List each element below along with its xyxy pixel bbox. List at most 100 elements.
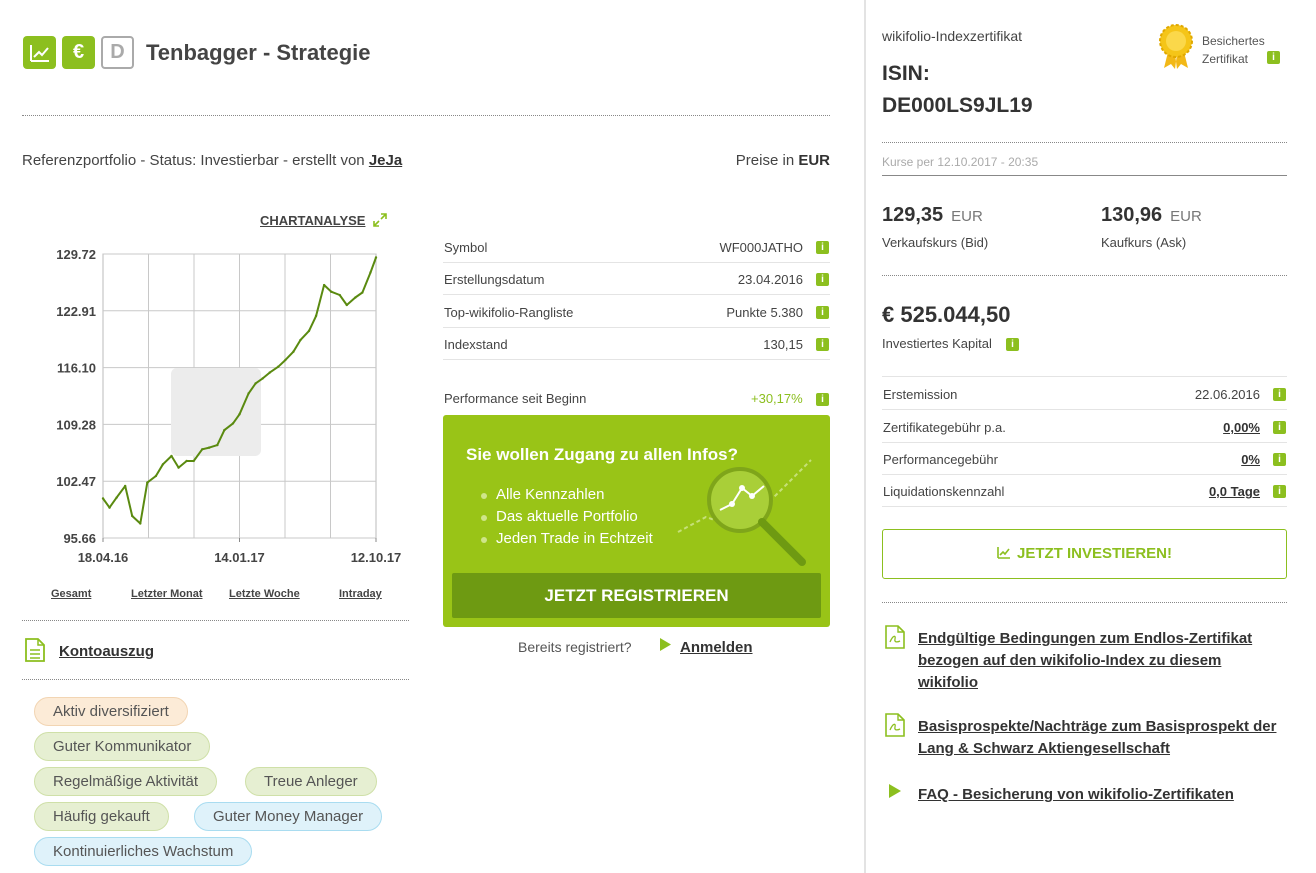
login-link[interactable]: Anmelden [680, 639, 753, 656]
info-icon[interactable]: i [1273, 485, 1286, 498]
isin: ISIN: DE000LS9JL19 [882, 58, 1033, 122]
row-liquidationskennzahl: Liquidationskennzahl 0,0 Tage i [882, 474, 1287, 507]
data-point [170, 454, 173, 458]
y-tick-label: 122.91 [56, 304, 96, 319]
doc-link-base-prospectus[interactable]: Basisprospekte/Nachträge zum Basisprospe… [918, 716, 1276, 760]
data-point [131, 514, 134, 518]
info-icon[interactable]: i [1273, 421, 1286, 434]
data-point [177, 466, 180, 469]
kf-value: Punkte 5.380 [726, 305, 803, 320]
ask-price: 130,96 EUR [1101, 204, 1202, 227]
kf-label: Top-wikifolio-Rangliste [444, 305, 574, 320]
data-point [329, 290, 333, 293]
y-tick-label: 129.72 [56, 247, 96, 262]
performance-value: +30,17% [751, 391, 803, 406]
promo-item: Alle Kennzahlen [480, 486, 605, 503]
y-tick-label: 109.28 [56, 417, 96, 432]
doc-link-final-terms[interactable]: Endgültige Bedingungen zum Endlos-Zertif… [918, 628, 1252, 694]
row-value-link[interactable]: 0,0 Tage [1209, 484, 1260, 499]
watermark-logo [171, 368, 261, 456]
data-point [216, 443, 219, 447]
data-point [268, 371, 271, 374]
kf-row-symbol: Symbol WF000JATHO i [443, 231, 830, 263]
secured-certificate-label: Besichertes Zertifikat [1202, 32, 1265, 68]
data-point [292, 350, 295, 353]
quote-timestamp: Kurse per 12.10.2017 - 20:35 [882, 155, 1039, 169]
data-point [238, 413, 241, 416]
kf-row-indexstand: Indexstand 130,15 i [443, 328, 830, 360]
pdf-icon [885, 713, 905, 737]
info-icon[interactable]: i [1273, 388, 1286, 401]
doc-link-line: Lang & Schwarz Aktiengesellschaft [918, 740, 1171, 757]
secured-line: Zertifikat [1202, 50, 1265, 68]
register-button[interactable]: JETZT REGISTRIEREN [452, 573, 821, 618]
document-icon [25, 638, 45, 662]
tag-regelmaessige-aktivitaet[interactable]: Regelmäßige Aktivität [34, 767, 218, 796]
data-point [247, 392, 250, 395]
divider [882, 602, 1287, 603]
tab-letzte-woche[interactable]: Letzte Woche [229, 588, 300, 600]
data-point [374, 256, 378, 259]
kf-value: WF000JATHO [719, 240, 803, 255]
pdf-icon [885, 625, 905, 649]
data-point [299, 338, 302, 342]
info-icon[interactable]: i [816, 306, 829, 319]
tag-kontinuierliches-wachstum[interactable]: Kontinuierliches Wachstum [34, 837, 253, 866]
doc-link-faq[interactable]: FAQ - Besicherung von wikifolio-Zertifik… [918, 784, 1234, 806]
promo-item: Das aktuelle Portfolio [481, 508, 638, 525]
y-tick-label: 116.10 [57, 361, 96, 376]
tab-letzter-monat[interactable]: Letzter Monat [131, 588, 203, 600]
kontoauszug-link[interactable]: Kontoauszug [59, 643, 154, 660]
doc-link-line: Basisprospekte/Nachträge zum Basisprospe… [918, 718, 1277, 735]
info-icon[interactable]: i [1006, 338, 1019, 351]
data-point [369, 271, 372, 274]
kf-label: Symbol [444, 240, 488, 255]
isin-value: DE000LS9JL19 [882, 94, 1033, 117]
tab-intraday[interactable]: Intraday [339, 588, 382, 600]
row-value-link[interactable]: 0% [1241, 452, 1260, 467]
data-point [192, 459, 195, 463]
row-erstemission: Erstemission 22.06.2016 i [882, 377, 1287, 410]
panel-divider [864, 0, 866, 873]
row-label: Liquidationskennzahl [883, 484, 1005, 499]
info-icon[interactable]: i [1273, 453, 1286, 466]
info-icon[interactable]: i [816, 393, 829, 406]
row-performancegebuehr: Performancegebühr 0% i [882, 442, 1287, 475]
data-point [123, 484, 127, 488]
info-icon[interactable]: i [1267, 51, 1280, 64]
tag-haeufig-gekauft[interactable]: Häufig gekauft [34, 802, 169, 831]
invested-capital-label: Investiertes Kapital [882, 336, 992, 351]
bid-label: Verkaufskurs (Bid) [882, 235, 989, 250]
row-value-link[interactable]: 0,00% [1223, 420, 1260, 435]
y-tick-label: 102.47 [56, 474, 96, 489]
tag-guter-kommunikator[interactable]: Guter Kommunikator [34, 732, 211, 761]
divider [882, 142, 1287, 143]
info-icon[interactable]: i [816, 241, 829, 254]
tag-treue-anleger[interactable]: Treue Anleger [245, 767, 377, 796]
doc-link-line: FAQ - Besicherung von wikifolio-Zertifik… [918, 786, 1234, 803]
row-label: Performancegebühr [883, 452, 998, 467]
index-certificate-label: wikifolio-Indexzertifikat [882, 28, 1023, 44]
prices-label: Preise in [735, 152, 799, 169]
x-tick-label: 18.04.16 [78, 550, 129, 565]
data-point [108, 506, 111, 509]
info-icon[interactable]: i [816, 338, 829, 351]
tab-gesamt[interactable]: Gesamt [51, 588, 91, 600]
tag-aktiv-diversifiziert[interactable]: Aktiv diversifiziert [34, 697, 188, 726]
seal-icon [1159, 24, 1193, 69]
data-point [115, 496, 118, 499]
data-point [322, 283, 326, 287]
data-point [101, 497, 105, 500]
tag-guter-money-manager[interactable]: Guter Money Manager [194, 802, 383, 831]
x-tick-label: 12.10.17 [351, 550, 402, 565]
data-point [361, 291, 364, 294]
ask-currency: EUR [1170, 208, 1202, 225]
data-point [314, 314, 318, 318]
play-icon [889, 784, 901, 798]
divider [882, 175, 1287, 176]
invest-button[interactable]: JETZT INVESTIEREN! [882, 529, 1287, 579]
kf-row-erstellungsdatum: Erstellungsdatum 23.04.2016 i [443, 263, 830, 295]
info-icon[interactable]: i [816, 273, 829, 286]
data-point [223, 428, 226, 432]
x-tick-label: 14.01.17 [214, 550, 265, 565]
